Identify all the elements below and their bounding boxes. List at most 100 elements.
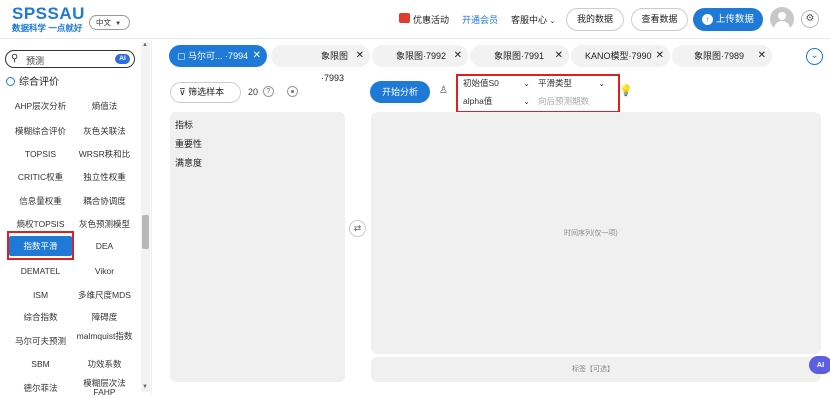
filter-samples-button[interactable]: ⊽ 筛选样本 [170, 82, 241, 103]
my-data-button[interactable]: 我的数据 [566, 8, 624, 31]
gear-icon[interactable]: ⚙ [801, 10, 819, 28]
smoothing-type-select[interactable]: 平滑类型 ⌄ [538, 76, 607, 91]
method-button[interactable]: malmquist指数 [73, 331, 136, 351]
method-button[interactable]: 模糊层次法FAHP [73, 378, 136, 398]
language-select[interactable]: 中文 ▼ [89, 15, 130, 30]
start-analysis-button[interactable]: 开始分析 [370, 81, 430, 103]
method-button[interactable]: 信息量权重 [9, 191, 72, 211]
search-text: 预测 [26, 56, 45, 66]
method-button[interactable]: 综合指数 [9, 307, 72, 327]
variable-item-importance[interactable]: 重要性 [175, 137, 202, 150]
close-icon[interactable]: ✕ [758, 45, 766, 67]
alpha-select[interactable]: alpha值 ⌄ [463, 94, 532, 109]
method-button[interactable]: Vikor [73, 261, 136, 281]
tab-id: ·7994 [225, 51, 249, 61]
close-icon[interactable]: ✕ [555, 45, 563, 67]
method-button[interactable]: 德尔菲法 [9, 378, 72, 398]
scroll-down-arrow[interactable]: ▼ [142, 384, 148, 390]
broom-icon[interactable]: ♙ [439, 85, 448, 96]
tab-label: 象限图·7993 [321, 51, 349, 83]
tab-quadrant-7989[interactable]: 象限图·7989 ✕ [672, 45, 772, 67]
tab-kano-7990[interactable]: KANO模型·7990 ✕ [571, 45, 670, 67]
gift-icon [399, 13, 410, 23]
category-label: 综合评价 [19, 77, 59, 88]
search-icon: ⚲ [11, 53, 19, 64]
chevron-down-icon: ▼ [115, 21, 122, 27]
method-button[interactable]: 独立性权重 [73, 167, 136, 187]
tab-quadrant-7992[interactable]: 象限图·7992 ✕ [372, 45, 468, 67]
filter-label: 筛选样本 [188, 87, 225, 97]
method-button[interactable]: 模糊综合评价 [9, 121, 72, 141]
promo-link[interactable]: 优惠活动 [413, 13, 449, 26]
method-button[interactable]: SBM [9, 354, 72, 374]
tab-label: 象限图·7991 [494, 51, 545, 61]
variable-item-indicator[interactable]: 指标 [175, 118, 193, 131]
method-button[interactable]: ISM [9, 285, 72, 305]
tab-label: 象限图·7989 [694, 51, 745, 61]
close-icon[interactable]: ✕ [656, 45, 664, 67]
method-button[interactable]: 障碍度 [73, 307, 136, 327]
close-icon[interactable]: ✕ [356, 45, 364, 67]
method-button[interactable]: 熵值法 [73, 96, 136, 116]
search-input[interactable]: ⚲ 预测 AI [5, 50, 135, 68]
method-button[interactable]: 功效系数 [73, 354, 136, 374]
variable-item-satisfaction[interactable]: 满意度 [175, 156, 202, 169]
method-button[interactable]: 耦合协调度 [73, 191, 136, 211]
chevron-down-icon: ⌄ [523, 97, 530, 106]
method-button[interactable]: 马尔可夫预测 [9, 331, 72, 351]
help-icon[interactable]: ? [263, 86, 274, 97]
tab-label: KANO模型·7990 [585, 51, 652, 61]
variable-panel [170, 112, 345, 382]
logo[interactable]: SPSSAU [12, 4, 85, 24]
ai-badge[interactable]: AI [115, 54, 130, 64]
alpha-label: alpha值 [463, 96, 493, 106]
radio-icon[interactable] [287, 86, 298, 97]
view-data-button[interactable]: 查看数据 [631, 8, 688, 31]
sample-count: 20 [248, 87, 259, 97]
tab-label: 象限图·7992 [396, 51, 447, 61]
method-button[interactable]: 灰色预测模型 [73, 214, 136, 234]
method-button[interactable]: 多维尺度MDS [73, 285, 136, 305]
upload-data-button[interactable]: ↑ 上传数据 [693, 8, 763, 31]
filter-icon: ⊽ [179, 87, 186, 97]
slogan: 数据科学 一点就好 [12, 23, 83, 33]
smoothing-type-label: 平滑类型 [538, 78, 573, 88]
chevron-down-icon: ⌄ [549, 18, 556, 25]
tab-quadrant-7993[interactable]: 象限图·7993 ✕ [271, 45, 370, 83]
lightbulb-icon[interactable]: 💡 [619, 84, 633, 97]
service-center-link[interactable]: 客服中心 ⌄ [511, 13, 555, 26]
forecast-periods-placeholder: 向后预测期数 [538, 96, 590, 106]
document-icon: ▢ [177, 51, 186, 61]
top-header: SPSSAU 数据科学 一点就好 中文 ▼ 优惠活动 开通会员 客服中心 ⌄ 我… [0, 0, 830, 39]
upload-label: 上传数据 [715, 14, 754, 25]
sidebar-scroll-thumb[interactable] [142, 215, 149, 249]
label-hint: 标签【可选】 [572, 366, 614, 373]
tab-quadrant-7991[interactable]: 象限图·7991 ✕ [470, 45, 569, 67]
tab-markov[interactable]: ▢ 马尔可... ·7994 ✕ [169, 45, 267, 67]
chevron-down-icon[interactable]: ⌄ [806, 48, 823, 65]
avatar[interactable] [770, 7, 794, 31]
membership-link[interactable]: 开通会员 [462, 13, 498, 26]
highlight-box [7, 231, 74, 260]
method-button[interactable]: TOPSIS [9, 144, 72, 164]
chevron-down-icon: ⌄ [598, 79, 605, 88]
chevron-down-icon: ⌄ [523, 79, 530, 88]
initial-value-label: 初始值S0 [463, 78, 499, 88]
forecast-periods-input[interactable]: 向后预测期数 [538, 94, 612, 109]
method-button[interactable]: CRITIC权重 [9, 167, 72, 187]
ai-assistant-button[interactable]: AI [809, 356, 830, 374]
language-label: 中文 [96, 18, 111, 27]
category-icon [6, 77, 15, 86]
method-button[interactable]: AHP层次分析 [9, 96, 72, 116]
method-button[interactable]: DEA [73, 236, 136, 256]
category-heading[interactable]: 综合评价 [6, 73, 59, 88]
time-series-hint: 时间序列(仅一项) [564, 230, 618, 237]
method-button[interactable]: DEMATEL [9, 261, 72, 281]
close-icon[interactable]: ✕ [454, 45, 462, 67]
initial-value-select[interactable]: 初始值S0 ⌄ [463, 76, 532, 91]
method-button[interactable]: WRSR秩和比 [73, 144, 136, 164]
method-button[interactable]: 灰色关联法 [73, 121, 136, 141]
close-icon[interactable]: ✕ [253, 45, 261, 67]
swap-icon[interactable]: ⇄ [349, 220, 366, 237]
scroll-up-arrow[interactable]: ▲ [142, 42, 148, 48]
